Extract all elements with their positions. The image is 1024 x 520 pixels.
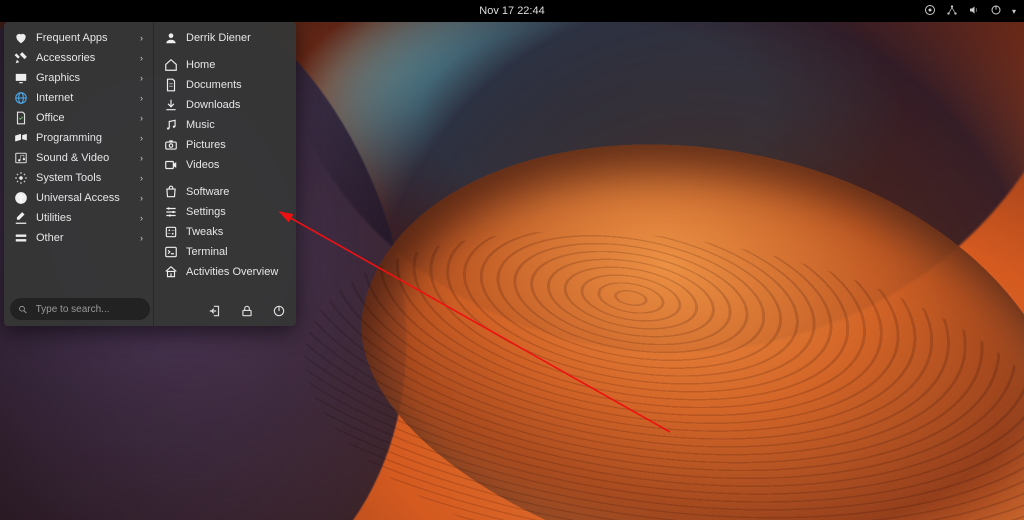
place-downloads[interactable]: Downloads [154,95,296,115]
chevron-right-icon: › [140,153,143,163]
place-label: Home [186,59,286,71]
place-documents[interactable]: Documents [154,75,296,95]
chevron-down-icon[interactable]: ▾ [1012,7,1016,16]
category-label: Universal Access [36,192,132,204]
shortcut-activities-overview[interactable]: Activities Overview [154,262,296,282]
menu-places-column: Derrik Diener Home Documents Downloads M… [154,22,296,326]
shortcut-label: Software [186,186,286,198]
shortcut-tweaks[interactable]: Tweaks [154,222,296,242]
place-videos[interactable]: Videos [154,155,296,175]
logout-button[interactable] [206,302,224,320]
category-system-tools[interactable]: System Tools › [4,168,153,188]
shortcut-label: Tweaks [186,226,286,238]
category-universal-access[interactable]: Universal Access › [4,188,153,208]
video-icon [164,158,178,172]
shortcut-label: Terminal [186,246,286,258]
avatar-icon [164,31,178,45]
top-bar: Nov 17 22:44 ▾ [0,0,1024,22]
place-label: Downloads [186,99,286,111]
chevron-right-icon: › [140,133,143,143]
chevron-right-icon: › [140,193,143,203]
category-other[interactable]: Other › [4,228,153,248]
chevron-right-icon: › [140,73,143,83]
category-frequent-apps[interactable]: Frequent Apps › [4,28,153,48]
category-label: Graphics [36,72,132,84]
clock[interactable]: Nov 17 22:44 [479,5,544,17]
shortcut-label: Activities Overview [186,266,286,278]
utilities-icon [14,211,28,225]
graphics-icon [14,71,28,85]
category-office[interactable]: Office › [4,108,153,128]
menu-search[interactable] [10,298,150,320]
arc-menu-panel: Frequent Apps › Accessories › Graphics ›… [4,22,296,326]
gear-icon [14,171,28,185]
place-label: Videos [186,159,286,171]
volume-icon[interactable] [968,4,980,19]
category-accessories[interactable]: Accessories › [4,48,153,68]
chevron-right-icon: › [140,213,143,223]
tray-app-icon[interactable] [924,4,936,19]
place-label: Music [186,119,286,131]
accessories-icon [14,51,28,65]
shortcut-terminal[interactable]: Terminal [154,242,296,262]
place-label: Documents [186,79,286,91]
category-label: Accessories [36,52,132,64]
chevron-right-icon: › [140,113,143,123]
shopping-bag-icon [164,185,178,199]
music-icon [164,118,178,132]
heart-icon [14,31,28,45]
accessibility-icon [14,191,28,205]
grid-icon [164,265,178,279]
power-button[interactable] [270,302,288,320]
category-label: Sound & Video [36,152,132,164]
chevron-right-icon: › [140,33,143,43]
category-label: Internet [36,92,132,104]
office-icon [14,111,28,125]
power-icon[interactable] [990,4,1002,19]
category-label: Office [36,112,132,124]
session-buttons [206,302,288,320]
chevron-right-icon: › [140,233,143,243]
category-sound-video[interactable]: Sound & Video › [4,148,153,168]
network-icon[interactable] [946,4,958,19]
other-icon [14,231,28,245]
document-icon [164,78,178,92]
category-label: Other [36,232,132,244]
chevron-right-icon: › [140,93,143,103]
sliders-icon [164,205,178,219]
chevron-right-icon: › [140,173,143,183]
lock-button[interactable] [238,302,256,320]
category-label: Programming [36,132,132,144]
user-row[interactable]: Derrik Diener [154,28,296,48]
place-music[interactable]: Music [154,115,296,135]
category-programming[interactable]: Programming › [4,128,153,148]
user-name: Derrik Diener [186,32,286,44]
search-input[interactable] [34,303,142,316]
place-pictures[interactable]: Pictures [154,135,296,155]
tweaks-icon [164,225,178,239]
shortcut-label: Settings [186,206,286,218]
search-icon [18,304,28,315]
menu-categories-column: Frequent Apps › Accessories › Graphics ›… [4,22,154,326]
category-label: Utilities [36,212,132,224]
category-label: System Tools [36,172,132,184]
home-icon [164,58,178,72]
category-graphics[interactable]: Graphics › [4,68,153,88]
sound-video-icon [14,151,28,165]
shortcut-software[interactable]: Software [154,182,296,202]
category-utilities[interactable]: Utilities › [4,208,153,228]
programming-icon [14,131,28,145]
place-label: Pictures [186,139,286,151]
globe-icon [14,91,28,105]
terminal-icon [164,245,178,259]
shortcut-settings[interactable]: Settings [154,202,296,222]
category-internet[interactable]: Internet › [4,88,153,108]
download-icon [164,98,178,112]
camera-icon [164,138,178,152]
category-label: Frequent Apps [36,32,132,44]
place-home[interactable]: Home [154,55,296,75]
chevron-right-icon: › [140,53,143,63]
